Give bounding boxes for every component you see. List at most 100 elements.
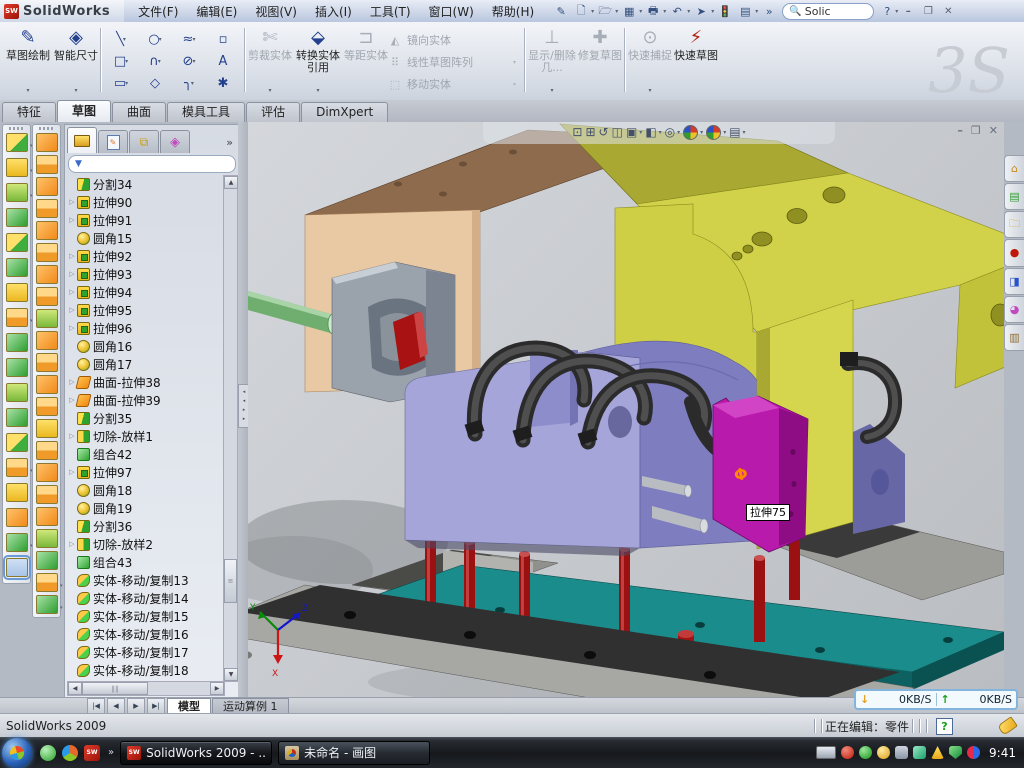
undo-icon[interactable]: ↶ <box>668 3 686 19</box>
zoom-fit-icon[interactable]: ⊡ <box>572 125 582 139</box>
smart-dimension-button[interactable]: ◈ 智能尺寸 ▾ <box>54 26 98 94</box>
tree-item[interactable]: ▷拉伸97 <box>67 463 222 481</box>
tree-item[interactable]: 组合42 <box>67 445 222 463</box>
file-explorer-tab[interactable]: 🗀 <box>1004 211 1024 238</box>
expand-arrow-icon[interactable]: ▷ <box>67 432 77 440</box>
dimxpertmanager-tab[interactable]: ◈ <box>160 130 190 153</box>
view-settings-icon-caret[interactable]: ▾ <box>743 129 746 136</box>
tree-item[interactable]: ▷拉伸91 <box>67 211 222 229</box>
expand-arrow-icon[interactable]: ▷ <box>67 468 77 476</box>
offset-surface-icon[interactable] <box>36 243 58 262</box>
start-button[interactable] <box>2 738 32 768</box>
smart-dimension-caret-icon[interactable]: ▾ <box>74 87 77 94</box>
section-view-icon[interactable]: ◫ <box>612 125 623 139</box>
design-library-tab[interactable]: ▤ <box>1004 183 1024 210</box>
volume-icon[interactable] <box>895 746 908 759</box>
messenger-icon[interactable] <box>40 745 56 761</box>
view-settings-icon[interactable]: ▤ <box>729 125 740 139</box>
tree-item[interactable]: 圆角18 <box>67 481 222 499</box>
bottom-tab-运动算例 1[interactable]: 运动算例 1 <box>212 698 289 714</box>
shield-update-icon[interactable] <box>949 746 962 759</box>
thicken-icon[interactable] <box>36 507 58 526</box>
doc-close-button[interactable]: ✕ <box>989 124 998 137</box>
ribbon-tab-草图[interactable]: 草图 <box>57 100 111 122</box>
view-orientation-icon-caret[interactable]: ▾ <box>639 129 642 136</box>
tree-item[interactable]: 实体-移动/复制18 <box>67 661 222 679</box>
panel-overflow-button[interactable]: » <box>226 136 237 153</box>
tree-item[interactable]: ▷切除-放样1 <box>67 427 222 445</box>
menu-item-1[interactable]: 编辑(E) <box>188 1 245 22</box>
polygon-tool-icon[interactable]: ◇ <box>138 72 172 94</box>
minimize-button[interactable]: – <box>899 4 917 19</box>
configurationmanager-tab[interactable]: ⧉ <box>129 130 159 153</box>
menu-item-0[interactable]: 文件(F) <box>130 1 186 22</box>
new-document-icon-caret[interactable]: ▾ <box>591 8 594 15</box>
scroll-down-button[interactable]: ▼ <box>224 668 238 681</box>
menu-item-6[interactable]: 帮助(H) <box>484 1 542 22</box>
antivirus-icon[interactable] <box>859 746 872 759</box>
tree-item[interactable]: 圆角15 <box>67 229 222 247</box>
expand-arrow-icon[interactable]: ▷ <box>67 216 77 224</box>
swept-boss-icon[interactable] <box>6 208 28 227</box>
insert-part-icon[interactable]: ▾ <box>6 458 28 477</box>
help-button[interactable]: ? <box>878 3 896 19</box>
join-icon[interactable] <box>6 408 28 427</box>
tree-item[interactable]: 实体-移动/复制13 <box>67 571 222 589</box>
bottom-tab-模型[interactable]: 模型 <box>167 698 211 714</box>
dome-icon[interactable] <box>36 551 58 570</box>
options-icon[interactable]: ▤ <box>736 3 754 19</box>
fillet-surface-icon[interactable] <box>36 529 58 548</box>
toolbar-grip[interactable] <box>9 127 23 130</box>
tree-item[interactable]: 实体-移动/复制15 <box>67 607 222 625</box>
restore-button[interactable]: ❐ <box>919 4 937 19</box>
surface-fillet-icon[interactable] <box>36 309 58 328</box>
scroll-right-button[interactable]: ▶ <box>210 682 224 695</box>
close-button[interactable]: ✕ <box>939 4 957 19</box>
open-icon[interactable]: 🗁 <box>596 3 614 19</box>
tab-nav-2[interactable]: ▶ <box>127 698 145 714</box>
sketch-fillet-icon[interactable]: ╮▾ <box>172 72 206 94</box>
text-tool-icon[interactable]: A <box>206 50 240 72</box>
ruled-surface-icon[interactable] <box>36 463 58 482</box>
curve-icon[interactable]: ▾ <box>6 533 28 552</box>
tree-item[interactable]: ▷拉伸92 <box>67 247 222 265</box>
open-icon-caret[interactable]: ▾ <box>615 8 618 15</box>
spline-tool-icon[interactable]: ≈▾ <box>172 28 206 50</box>
linear-pattern-icon[interactable]: ▾ <box>6 308 28 327</box>
tree-item[interactable]: 圆角17 <box>67 355 222 373</box>
ribbon-tab-模具工具[interactable]: 模具工具 <box>167 102 245 122</box>
save-icon[interactable]: ▦ <box>620 3 638 19</box>
messenger-status-icon[interactable] <box>967 746 980 759</box>
award-icon[interactable] <box>877 746 890 759</box>
extruded-boss-icon[interactable]: ▾ <box>6 133 28 152</box>
trim-surface-icon[interactable] <box>36 353 58 372</box>
save-icon-caret[interactable]: ▾ <box>639 8 642 15</box>
reference-geometry-icon[interactable] <box>6 508 28 527</box>
tree-item[interactable]: 组合43 <box>67 553 222 571</box>
move-copy-body-icon[interactable] <box>6 433 28 452</box>
lofted-surface-icon[interactable] <box>36 199 58 218</box>
media-player-icon[interactable] <box>62 745 78 761</box>
menu-item-5[interactable]: 窗口(W) <box>421 1 482 22</box>
new-document-icon[interactable]: 🗋 <box>572 3 590 19</box>
edit-appearance-icon-caret[interactable]: ▾ <box>700 129 703 136</box>
ribbon-tab-评估[interactable]: 评估 <box>246 102 300 122</box>
tree-item[interactable]: ▷拉伸93 <box>67 265 222 283</box>
convert-caret-icon[interactable]: ▾ <box>316 87 319 94</box>
display-style-icon-caret[interactable]: ▾ <box>659 129 662 136</box>
ellipse-tool-icon[interactable]: ⊘▾ <box>172 50 206 72</box>
curve-icon[interactable]: ▾ <box>36 595 58 614</box>
quick-snaps-button[interactable]: ⊙ 快速捕捉 ▾ <box>628 26 672 94</box>
trim-entities-button[interactable]: ✄ 剪裁实体 ▾ <box>248 26 292 94</box>
status-tag-icon[interactable] <box>997 716 1018 736</box>
solidworks-icon[interactable]: SW <box>84 745 100 761</box>
tree-item[interactable]: 实体-移动/复制17 <box>67 643 222 661</box>
untrim-surface-icon[interactable] <box>36 419 58 438</box>
expand-arrow-icon[interactable]: ▷ <box>67 252 77 260</box>
linear-sketch-pattern-button[interactable]: ⠿ 线性草图阵列 ▾ <box>388 52 516 72</box>
hide-show-items-icon[interactable]: ◎ <box>665 125 675 139</box>
expand-arrow-icon[interactable]: ▷ <box>67 288 77 296</box>
view-palette-tab[interactable]: ◨ <box>1004 268 1024 295</box>
menu-item-2[interactable]: 视图(V) <box>247 1 305 22</box>
select-arrow-icon[interactable]: ➤ <box>692 3 710 19</box>
